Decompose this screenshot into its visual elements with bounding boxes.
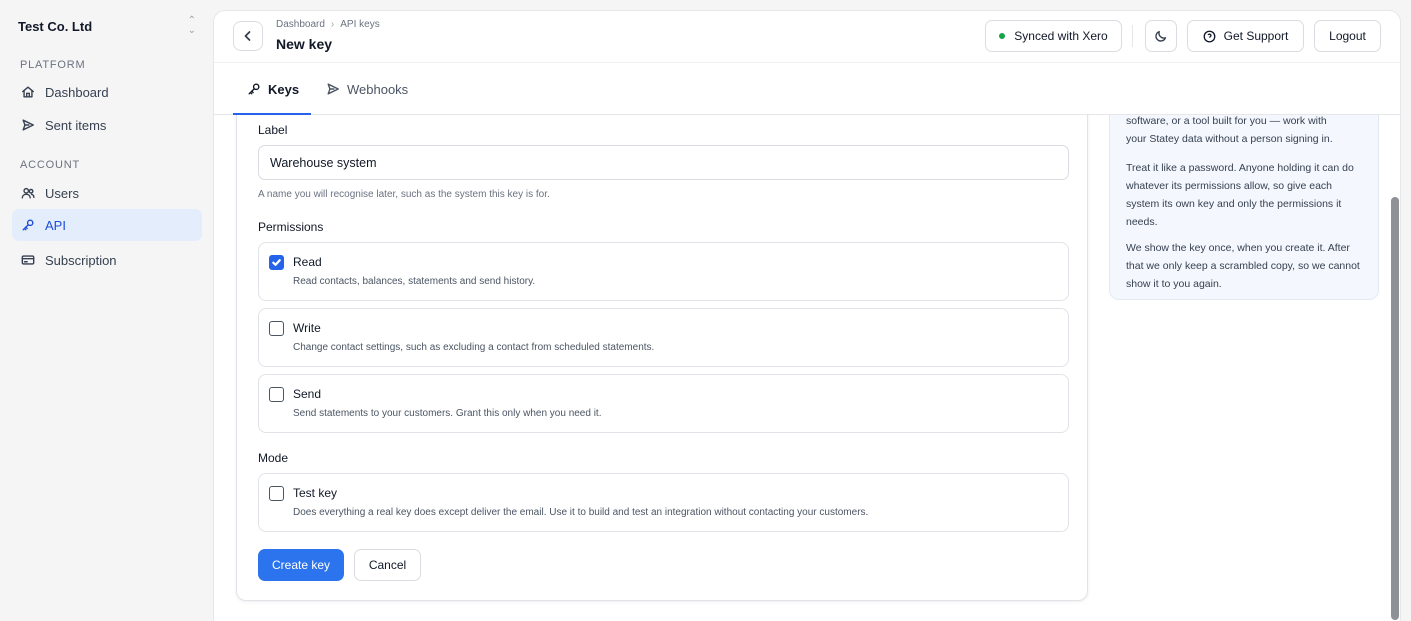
info-paragraph-2: Treat it like a password. Anyone holding…	[1126, 162, 1354, 228]
permission-write-option[interactable]: Write Change contact settings, such as e…	[258, 308, 1069, 367]
main-panel: Dashboard › API keys New key Synced with…	[213, 10, 1401, 621]
create-key-button[interactable]: Create key	[258, 549, 344, 581]
permission-read-option[interactable]: Read Read contacts, balances, statements…	[258, 242, 1069, 301]
status-dot	[999, 33, 1006, 39]
label-helper-text: A name you will recognise later, such as…	[258, 189, 550, 200]
option-title: Send	[293, 387, 322, 401]
info-line: your Statey data without a person signin…	[1126, 133, 1333, 145]
sidebar-item-label: Subscription	[45, 252, 117, 268]
option-description: Does everything a real key does except d…	[293, 507, 869, 518]
tab-webhooks[interactable]: Webhooks	[326, 63, 408, 115]
org-switcher[interactable]: Test Co. Ltd ⌃ ⌄	[12, 12, 202, 40]
chevron-right-icon: ›	[330, 19, 335, 30]
send-checkbox[interactable]	[269, 387, 284, 402]
section-account: ACCOUNT	[20, 159, 80, 171]
chevron-updown-icon: ⌃ ⌄	[187, 15, 196, 36]
sidebar-item-api[interactable]: API	[12, 209, 202, 241]
sidebar-item-label: Sent items	[45, 117, 107, 133]
sidebar-item-subscription[interactable]: Subscription	[12, 244, 202, 276]
theme-toggle-button[interactable]	[1145, 20, 1177, 52]
key-icon	[20, 217, 36, 233]
active-tab-indicator	[233, 113, 311, 115]
moon-icon	[1155, 30, 1167, 42]
credit-card-icon	[20, 252, 36, 268]
mode-heading: Mode	[258, 451, 289, 465]
sidebar-item-dashboard[interactable]: Dashboard	[12, 76, 202, 108]
top-bar: Dashboard › API keys New key Synced with…	[214, 11, 1400, 63]
get-support-label: Get Support	[1223, 29, 1289, 43]
cancel-button[interactable]: Cancel	[354, 549, 421, 581]
sidebar-item-label: Users	[45, 185, 79, 201]
tab-label: Webhooks	[347, 81, 409, 97]
org-name: Test Co. Ltd	[18, 18, 93, 34]
tab-bar: Keys Webhooks	[214, 63, 1400, 115]
write-checkbox[interactable]	[269, 321, 284, 336]
label-heading: Label	[258, 123, 288, 137]
permission-send-option[interactable]: Send Send statements to your customers. …	[258, 374, 1069, 433]
breadcrumb-dashboard[interactable]: Dashboard	[276, 19, 325, 30]
sidebar-item-label: API	[45, 217, 66, 233]
sidebar-item-label: Dashboard	[45, 84, 109, 100]
page-title: New key	[276, 36, 333, 52]
chevron-left-icon	[244, 31, 251, 41]
breadcrumb-api-keys[interactable]: API keys	[340, 19, 379, 30]
send-icon	[327, 83, 339, 95]
test-key-checkbox[interactable]	[269, 486, 284, 501]
breadcrumb: Dashboard › API keys	[276, 19, 380, 30]
tab-keys[interactable]: Keys	[247, 63, 299, 115]
sidebar-item-sent-items[interactable]: Sent items	[12, 109, 202, 141]
option-description: Send statements to your customers. Grant…	[293, 408, 602, 419]
key-label-input[interactable]	[258, 145, 1069, 180]
help-circle-icon	[1203, 30, 1216, 42]
section-platform: PLATFORM	[20, 59, 86, 71]
check-icon	[272, 259, 281, 266]
option-description: Read contacts, balances, statements and …	[293, 276, 536, 287]
logout-button[interactable]: Logout	[1314, 20, 1381, 52]
sidebar-item-users[interactable]: Users	[12, 177, 202, 209]
sync-status-label: Synced with Xero	[1014, 29, 1108, 43]
info-paragraph-1: software, or a tool built for you — work…	[1126, 112, 1364, 148]
info-paragraph-3: We show the key once, when you create it…	[1126, 242, 1360, 290]
new-key-form: Label A name you will recognise later, s…	[236, 71, 1088, 601]
permissions-heading: Permissions	[258, 220, 324, 234]
users-icon	[20, 185, 36, 201]
sync-status-button[interactable]: Synced with Xero	[985, 20, 1122, 52]
read-checkbox[interactable]	[269, 255, 284, 270]
test-key-option[interactable]: Test key Does everything a real key does…	[258, 473, 1069, 532]
tab-label: Keys	[268, 81, 300, 97]
scrollbar-thumb[interactable]	[1391, 197, 1399, 620]
option-title: Write	[293, 321, 321, 335]
key-icon	[248, 83, 260, 95]
option-title: Read	[293, 255, 322, 269]
option-title: Test key	[293, 486, 338, 500]
divider	[1132, 25, 1133, 47]
home-icon	[20, 84, 36, 100]
back-button[interactable]	[233, 21, 263, 51]
get-support-button[interactable]: Get Support	[1187, 20, 1304, 52]
option-description: Change contact settings, such as excludi…	[293, 342, 655, 353]
send-icon	[20, 117, 36, 133]
sidebar: Test Co. Ltd ⌃ ⌄ PLATFORM Dashboard Sent …	[0, 0, 212, 621]
